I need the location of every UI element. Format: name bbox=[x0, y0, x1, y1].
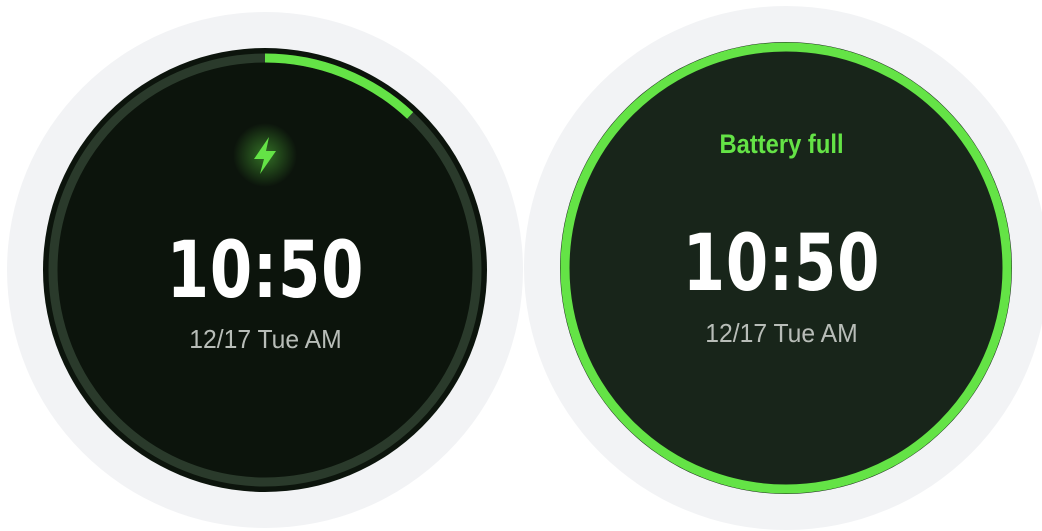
charging-screens: 10:50 12/17 Tue AM Battery full 10:50 12… bbox=[0, 0, 1042, 531]
date-display: 12/17 Tue AM bbox=[189, 324, 342, 354]
time-display: 10:50 bbox=[682, 219, 881, 309]
watch-face-full: Battery full 10:50 12/17 Tue AM bbox=[516, 0, 1042, 531]
watch-face-charging: 10:50 12/17 Tue AM bbox=[0, 0, 531, 531]
lightning-bolt-icon bbox=[233, 123, 297, 187]
battery-status-label: Battery full bbox=[719, 129, 844, 159]
date-display: 12/17 Tue AM bbox=[705, 318, 858, 348]
time-display: 10:50 bbox=[166, 226, 365, 316]
